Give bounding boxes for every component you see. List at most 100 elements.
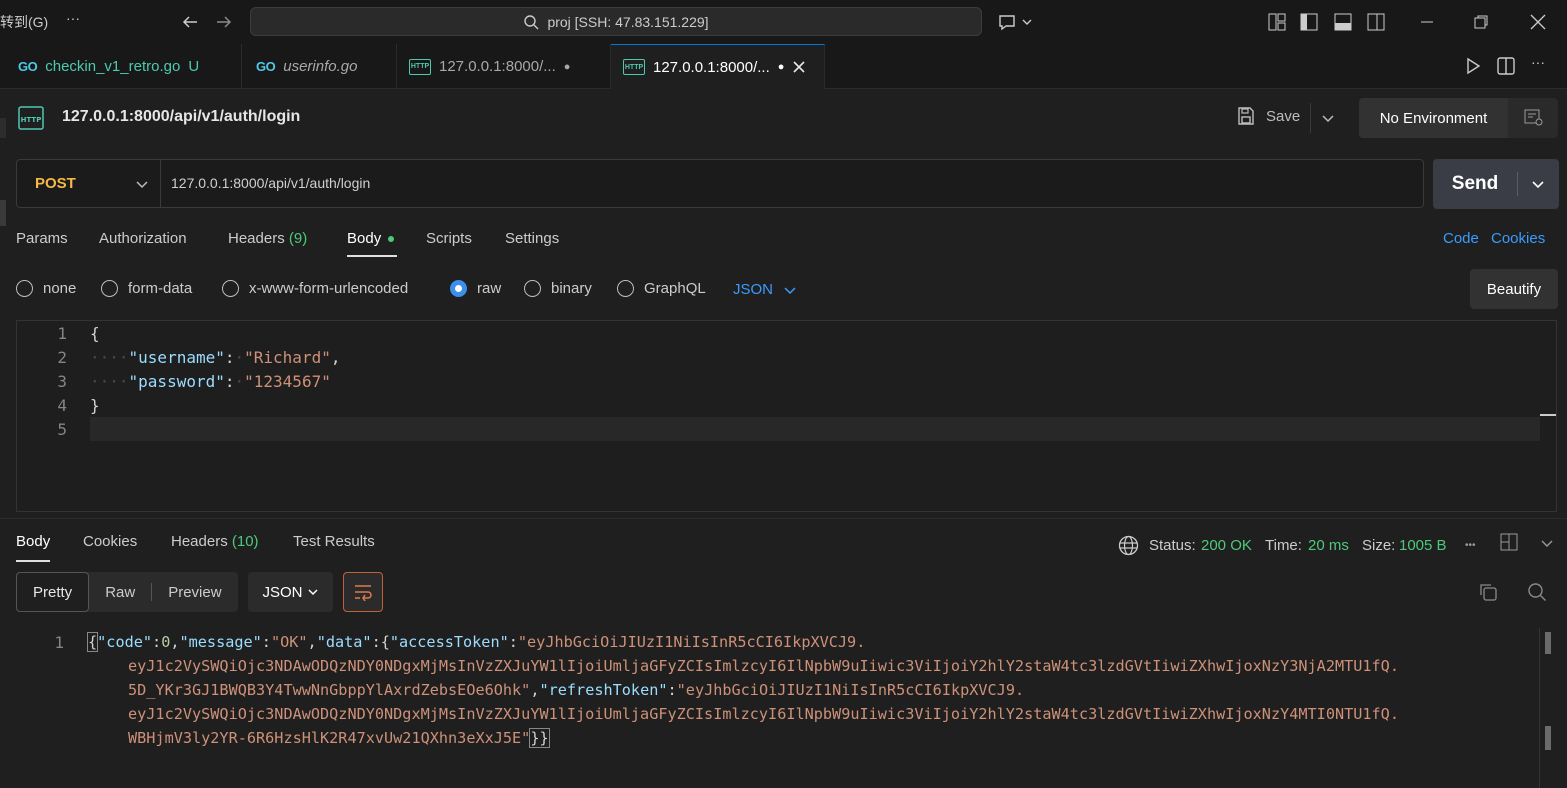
word-wrap-toggle[interactable]: [343, 572, 383, 612]
view-raw-button[interactable]: Raw: [89, 584, 151, 601]
tab-body-label: Body: [347, 230, 382, 247]
tab-checkin-v1-retro-go[interactable]: GO checkin_v1_retro.go U: [0, 44, 242, 89]
chevron-down-icon: [307, 586, 319, 598]
close-window-icon[interactable]: [1528, 12, 1548, 32]
tab-http-request-1[interactable]: HTTP 127.0.0.1:8000/... ●: [397, 44, 611, 89]
globe-icon[interactable]: [1118, 535, 1139, 556]
tab-body[interactable]: Body: [347, 230, 395, 247]
back-arrow-icon[interactable]: [180, 12, 200, 32]
response-scrollbar-thumb[interactable]: [1545, 726, 1551, 750]
tab-settings[interactable]: Settings: [505, 230, 559, 247]
json-brace: }}: [529, 728, 550, 748]
line-number: 2: [57, 348, 67, 367]
search-response-icon[interactable]: [1527, 582, 1547, 602]
radio-x-www-form-urlencoded[interactable]: x-www-form-urlencoded: [222, 280, 408, 297]
size-value[interactable]: 1005 B: [1399, 537, 1447, 554]
unsaved-dot-icon: ●: [563, 60, 571, 73]
tab-authorization[interactable]: Authorization: [99, 230, 187, 247]
time-value[interactable]: 20 ms: [1308, 537, 1349, 554]
view-pretty-button[interactable]: Pretty: [16, 572, 90, 612]
tab-label: userinfo.go: [283, 58, 358, 75]
tab-headers[interactable]: Headers (9): [228, 230, 307, 247]
editor-scroll-gutter: [1556, 321, 1557, 511]
http-icon: HTTP: [623, 59, 645, 75]
minimize-icon[interactable]: [1418, 13, 1436, 31]
copilot-icon[interactable]: [997, 12, 1033, 32]
restore-icon[interactable]: [1472, 13, 1490, 31]
response-tab-headers-label: Headers: [171, 533, 228, 550]
send-button-group: Send: [1433, 159, 1559, 209]
search-icon: [523, 14, 539, 30]
radio-form-data[interactable]: form-data: [101, 280, 192, 297]
response-line-wrapped: eyJ1c2VySWQiOjc3NDAwODQzNDY0NDgxMjMsInVz…: [128, 705, 1399, 723]
response-format-dropdown[interactable]: JSON: [248, 572, 333, 612]
url-input[interactable]: 127.0.0.1:8000/api/v1/auth/login: [171, 175, 370, 191]
command-center[interactable]: proj [SSH: 47.83.151.229]: [250, 7, 982, 36]
indent-whitespace: ····: [90, 348, 129, 367]
tab-scripts[interactable]: Scripts: [426, 230, 472, 247]
save-label: Save: [1266, 107, 1301, 125]
tab-userinfo-go[interactable]: GO userinfo.go: [242, 44, 397, 89]
cookies-link[interactable]: Cookies: [1491, 230, 1545, 247]
http-icon: HTTP: [409, 58, 431, 75]
environment-quick-look-button[interactable]: [1508, 98, 1558, 138]
response-tab-headers[interactable]: Headers (10): [171, 533, 259, 550]
body-format-dropdown[interactable]: JSON: [733, 281, 797, 298]
toggle-panel-icon[interactable]: [1334, 13, 1352, 31]
response-body-viewer[interactable]: 1 {"code":0,"message":"OK","data":{"acce…: [16, 620, 1540, 788]
response-scrollbar-thumb[interactable]: [1545, 632, 1551, 654]
json-string: 5D_YKr3GJ1BWQB3Y4TwwNnGbppYlAxrdZebsEOe6…: [128, 681, 531, 699]
radio-raw[interactable]: raw: [450, 280, 501, 297]
save-button[interactable]: Save: [1236, 106, 1300, 126]
json-string: "eyJhbGciOiJIUzI1NiIsInR5cCI6IkpXVCJ9.: [676, 681, 1025, 699]
request-body-editor[interactable]: 1 2 3 4 5 { ····"username":·"Richard", ·…: [16, 320, 1557, 512]
response-tab-cookies[interactable]: Cookies: [83, 533, 137, 550]
split-editor-icon[interactable]: [1497, 57, 1515, 75]
json-number: 0: [161, 633, 171, 651]
response-line-wrapped: WBHjmV3ly2YR-6R6HzsHlK2R47xvUw21QXhn3eXx…: [128, 728, 550, 748]
current-line-highlight: [90, 417, 1540, 441]
json-string: "Richard": [244, 348, 331, 367]
response-more-icon[interactable]: •••: [1465, 540, 1476, 551]
forward-arrow-icon[interactable]: [214, 12, 234, 32]
customize-layout-icon[interactable]: [1268, 13, 1286, 31]
radio-graphql[interactable]: GraphQL: [617, 280, 706, 297]
view-preview-button[interactable]: Preview: [152, 584, 237, 601]
collapse-response-chevron-icon[interactable]: [1540, 536, 1554, 550]
response-tab-body[interactable]: Body: [16, 533, 51, 562]
response-divider: [0, 518, 1567, 519]
radio-none[interactable]: none: [16, 280, 76, 297]
save-icon: [1236, 106, 1256, 126]
send-options-chevron-icon[interactable]: [1531, 177, 1545, 191]
more-menu-icon[interactable]: ···: [66, 10, 80, 26]
environment-selector[interactable]: No Environment: [1359, 98, 1508, 138]
json-colon: :: [224, 372, 235, 391]
close-tab-icon[interactable]: [792, 60, 806, 74]
beautify-button[interactable]: Beautify: [1470, 269, 1558, 309]
overview-ruler-cursor: [1540, 414, 1556, 416]
response-tab-test-results[interactable]: Test Results: [293, 533, 375, 550]
radio-label: none: [43, 280, 77, 297]
response-line-wrapped: 5D_YKr3GJ1BWQB3Y4TwwNnGbppYlAxrdZebsEOe6…: [128, 681, 1025, 699]
headers-count-badge: (9): [288, 230, 308, 247]
send-button[interactable]: Send: [1433, 159, 1517, 209]
tab-actions-more-icon[interactable]: ···: [1531, 54, 1545, 70]
radio-binary[interactable]: binary: [524, 280, 592, 297]
tab-params[interactable]: Params: [16, 230, 68, 247]
copy-icon[interactable]: [1478, 582, 1498, 602]
json-brace: {: [86, 632, 99, 652]
run-icon[interactable]: [1464, 57, 1482, 75]
toggle-primary-sidebar-icon[interactable]: [1300, 13, 1318, 31]
save-options-chevron-icon[interactable]: [1321, 111, 1335, 125]
response-headers-count-badge: (10): [231, 533, 259, 550]
layout-toggle-icon[interactable]: [1500, 533, 1518, 551]
method-selector[interactable]: POST: [17, 160, 161, 207]
goto-menu[interactable]: 转到(G): [0, 12, 48, 32]
toggle-secondary-sidebar-icon[interactable]: [1367, 13, 1385, 31]
tab-http-request-2[interactable]: HTTP 127.0.0.1:8000/... ●: [611, 44, 825, 89]
code-link[interactable]: Code: [1443, 230, 1479, 247]
sidebar-edge: [0, 200, 6, 226]
sidebar-edge: [0, 118, 6, 138]
status-label: Status:: [1149, 537, 1196, 554]
request-title: 127.0.0.1:8000/api/v1/auth/login: [62, 108, 301, 125]
